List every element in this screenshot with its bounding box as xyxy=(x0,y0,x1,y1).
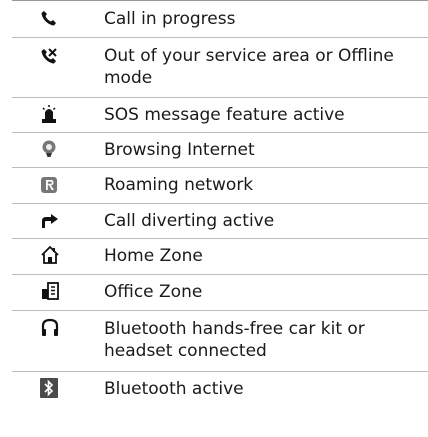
home-zone-icon xyxy=(41,245,59,264)
row-description: Browsing Internet xyxy=(104,140,255,160)
office-zone-icon xyxy=(42,282,59,300)
table-row: Bluetooth hands-free car kit or headset … xyxy=(12,311,428,372)
row-description: Office Zone xyxy=(104,282,203,302)
row-description: Roaming network xyxy=(104,175,254,195)
bluetooth-headset-icon xyxy=(41,318,59,336)
table-row: Roaming network xyxy=(12,168,428,204)
no-service-icon xyxy=(41,48,57,64)
table-row: Call in progress xyxy=(12,1,428,38)
table-row: Browsing Internet xyxy=(12,133,428,168)
row-description: Bluetooth active xyxy=(104,379,244,399)
table-row: Out of your service area or Offline mode xyxy=(12,38,428,98)
roaming-icon xyxy=(41,177,57,193)
table-row: Home Zone xyxy=(12,239,428,275)
row-description: Home Zone xyxy=(104,246,203,266)
sos-icon xyxy=(42,105,56,123)
row-description: Call in progress xyxy=(104,9,236,29)
table-row: Bluetooth active xyxy=(12,372,428,407)
table-row: SOS message feature active xyxy=(12,98,428,133)
indicator-table: Call in progress Out of your service are… xyxy=(12,1,428,407)
row-description: Bluetooth hands-free car kit or headset … xyxy=(104,319,365,361)
call-divert-icon xyxy=(42,214,58,228)
browsing-internet-icon xyxy=(42,140,56,157)
row-description: Call diverting active xyxy=(104,211,275,231)
table-row: Call diverting active xyxy=(12,204,428,239)
row-description: SOS message feature active xyxy=(104,105,345,125)
table-row: Office Zone xyxy=(12,275,428,311)
call-in-progress-icon xyxy=(41,11,56,26)
row-description: Out of your service area or Offline mode xyxy=(104,46,394,88)
bluetooth-icon xyxy=(40,378,58,398)
